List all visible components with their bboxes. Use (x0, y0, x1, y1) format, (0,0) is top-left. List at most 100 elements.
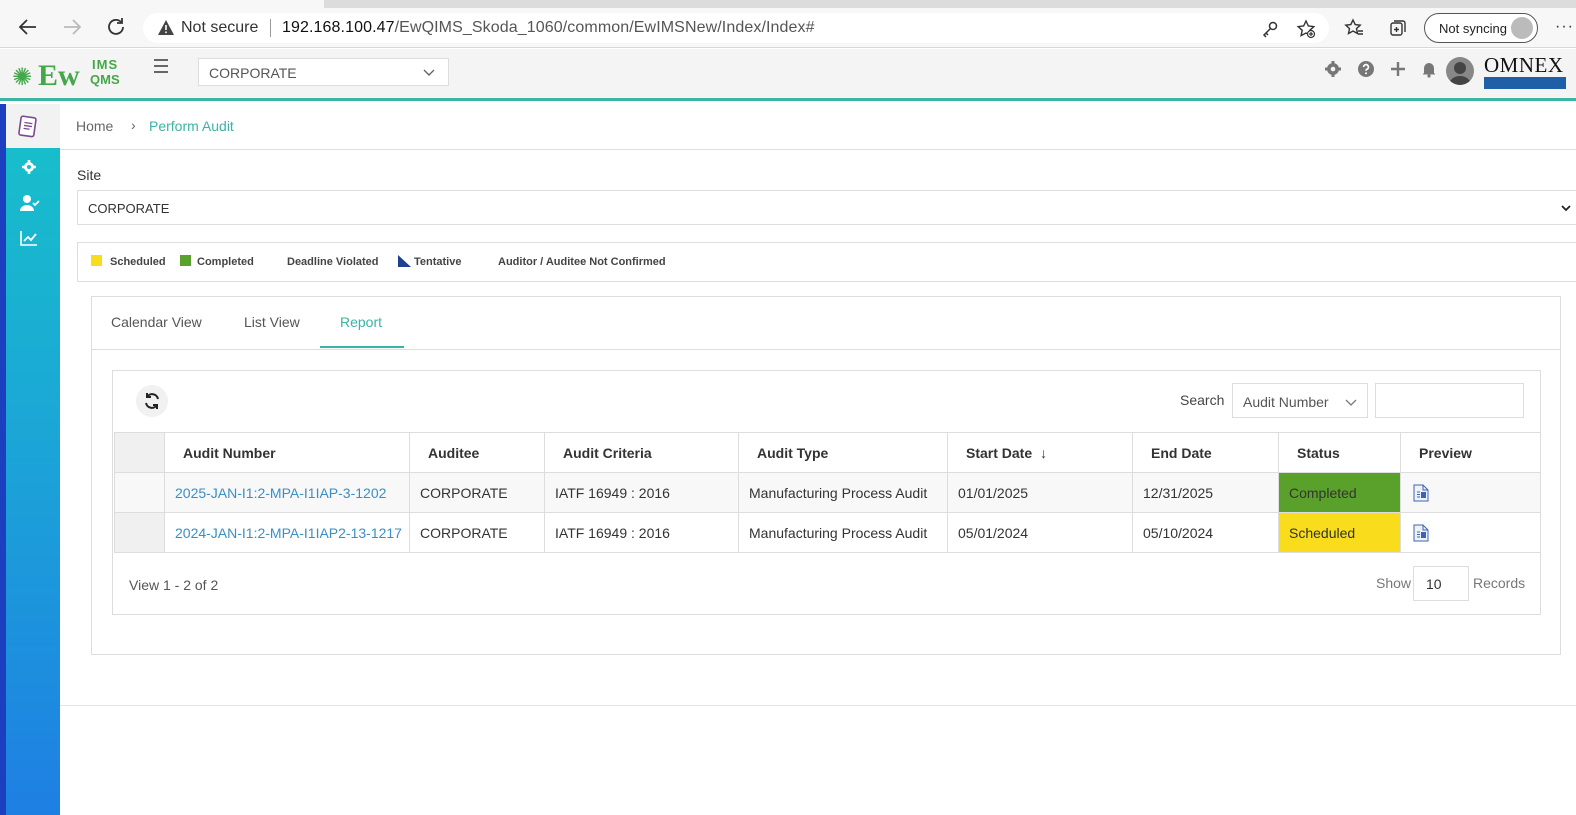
column-header-start-date[interactable]: Start Date ↓ (947, 432, 1133, 473)
column-header-preview[interactable]: Preview (1400, 432, 1541, 473)
key-icon[interactable] (1260, 19, 1280, 39)
page-size-select[interactable]: 10 (1413, 566, 1469, 601)
breadcrumb-current: Perform Audit (149, 118, 234, 134)
header-site-value: CORPORATE (209, 65, 297, 81)
column-header-audit-number[interactable]: Audit Number (164, 432, 410, 473)
column-header-audit-criteria[interactable]: Audit Criteria (544, 432, 739, 473)
site-label: Site (77, 167, 102, 183)
not-secure-label[interactable]: Not secure (181, 19, 258, 37)
row-select-cell[interactable] (114, 512, 165, 553)
pager-show-label: Show (1376, 575, 1412, 591)
address-separator (270, 19, 271, 37)
menu-toggle-icon[interactable] (154, 59, 170, 73)
logo-ims-text: IMS (92, 57, 119, 72)
search-field-value: Audit Number (1243, 394, 1329, 410)
audit-report-grid: Search Audit Number Audit Number Auditee… (112, 370, 1541, 615)
app-header: ✺ Ew IMS QMS CORPORATE OMNEX (0, 49, 1576, 101)
reload-icon[interactable] (104, 15, 128, 39)
forward-icon[interactable] (60, 15, 84, 39)
table-row[interactable]: 2024-JAN-I1:2-MPA-I1IAP2-13-1217 CORPORA… (114, 512, 1541, 553)
add-favorite-icon[interactable] (1296, 19, 1316, 39)
add-icon[interactable] (1389, 60, 1407, 78)
logo-ew-text: Ew (38, 59, 80, 92)
preview-cell (1400, 472, 1541, 513)
audit-tabs-panel: Calendar View List View Report Search Au… (91, 296, 1561, 655)
logo-qms-text: QMS (90, 72, 120, 87)
completed-swatch (180, 255, 191, 266)
preview-cell (1400, 512, 1541, 553)
sort-descending-icon: ↓ (1040, 444, 1048, 461)
content-divider (60, 705, 1576, 706)
rail-edge (0, 104, 6, 815)
audit-number-cell: 2024-JAN-I1:2-MPA-I1IAP2-13-1217 (164, 512, 410, 553)
tentative-swatch (398, 255, 411, 267)
status-badge: Completed (1278, 472, 1401, 513)
profile-button[interactable]: Not syncing (1424, 13, 1538, 43)
audit-criteria-cell: IATF 16949 : 2016 (544, 472, 739, 513)
search-input[interactable] (1375, 383, 1524, 418)
legend-deadline-violated: Deadline Violated (287, 256, 379, 268)
tab-calendar-view[interactable]: Calendar View (111, 314, 202, 330)
address-bar[interactable]: Not secure 192.168.100.47/EwQIMS_Skoda_1… (143, 13, 1329, 43)
audit-number-link[interactable]: 2025-JAN-I1:2-MPA-I1IAP-3-1202 (175, 485, 386, 501)
view-tabs: Calendar View List View Report (92, 297, 1560, 350)
chevron-down-icon (1345, 399, 1357, 406)
rail-user-check-icon[interactable] (20, 194, 40, 212)
omnex-logo-band (1484, 77, 1566, 89)
url-text[interactable]: 192.168.100.47/EwQIMS_Skoda_1060/common/… (282, 19, 815, 37)
column-header-end-date[interactable]: End Date (1132, 432, 1279, 473)
end-date-cell: 05/10/2024 (1132, 512, 1279, 553)
tab-report[interactable]: Report (340, 314, 382, 330)
collections-icon[interactable] (1388, 18, 1408, 38)
table-header-row: Audit Number Auditee Audit Criteria Audi… (114, 432, 1541, 473)
legend-scheduled: Scheduled (110, 256, 166, 268)
pager-records-label: Records (1473, 575, 1526, 591)
search-label: Search (1180, 392, 1225, 408)
audit-criteria-cell: IATF 16949 : 2016 (544, 512, 739, 553)
refresh-button[interactable] (136, 385, 168, 417)
ewqims-logo[interactable]: ✺ Ew IMS QMS (12, 55, 122, 95)
column-header-audit-type[interactable]: Audit Type (738, 432, 948, 473)
left-nav-rail (0, 104, 60, 815)
tab-list-view[interactable]: List View (244, 314, 300, 330)
row-select-cell[interactable] (114, 472, 165, 513)
help-icon[interactable] (1357, 60, 1375, 78)
favorites-icon[interactable] (1344, 18, 1364, 38)
search-field-select[interactable]: Audit Number (1232, 383, 1368, 418)
breadcrumb-home[interactable]: Home (76, 118, 113, 134)
notifications-bell-icon[interactable] (1420, 60, 1438, 78)
tab-strip (0, 0, 1576, 8)
audit-number-link[interactable]: 2024-JAN-I1:2-MPA-I1IAP2-13-1217 (175, 525, 402, 541)
pager-view-summary: View 1 - 2 of 2 (129, 577, 219, 593)
site-select[interactable]: CORPORATE (77, 190, 1576, 225)
refresh-icon (145, 393, 159, 409)
column-header-auditee[interactable]: Auditee (409, 432, 545, 473)
preview-document-icon[interactable] (1413, 524, 1429, 542)
site-select-value: CORPORATE (88, 201, 170, 216)
preview-document-icon[interactable] (1413, 484, 1429, 502)
omnex-wordmark: OMNEX (1484, 53, 1564, 77)
legend-not-confirmed: Auditor / Auditee Not Confirmed (498, 256, 666, 268)
back-icon[interactable] (16, 15, 40, 39)
active-browser-tab[interactable] (0, 0, 324, 8)
legend-completed: Completed (197, 256, 254, 268)
start-date-cell: 01/01/2025 (947, 472, 1133, 513)
audit-type-cell: Manufacturing Process Audit (738, 512, 948, 553)
user-avatar-icon[interactable] (1446, 57, 1474, 85)
header-site-select[interactable]: CORPORATE (198, 58, 449, 86)
column-header-status[interactable]: Status (1278, 432, 1401, 473)
rail-chart-icon[interactable] (20, 230, 38, 248)
omnex-logo: OMNEX (1484, 53, 1566, 89)
table-row[interactable]: 2025-JAN-I1:2-MPA-I1IAP-3-1202 CORPORATE… (114, 472, 1541, 513)
end-date-cell: 12/31/2025 (1132, 472, 1279, 513)
browser-toolbar: Not secure 192.168.100.47/EwQIMS_Skoda_1… (0, 0, 1576, 48)
auditee-cell: CORPORATE (409, 472, 545, 513)
breadcrumb: Home › Perform Audit (60, 104, 1576, 150)
rail-item-audit-active[interactable] (6, 104, 60, 148)
more-options-icon[interactable]: ··· (1555, 18, 1574, 36)
audit-type-cell: Manufacturing Process Audit (738, 472, 948, 513)
settings-gear-icon[interactable] (1324, 60, 1342, 78)
rail-settings-icon[interactable] (20, 158, 38, 176)
active-tab-indicator (320, 346, 404, 348)
url-path: /EwQIMS_Skoda_1060/common/EwIMSNew/Index… (394, 19, 815, 36)
